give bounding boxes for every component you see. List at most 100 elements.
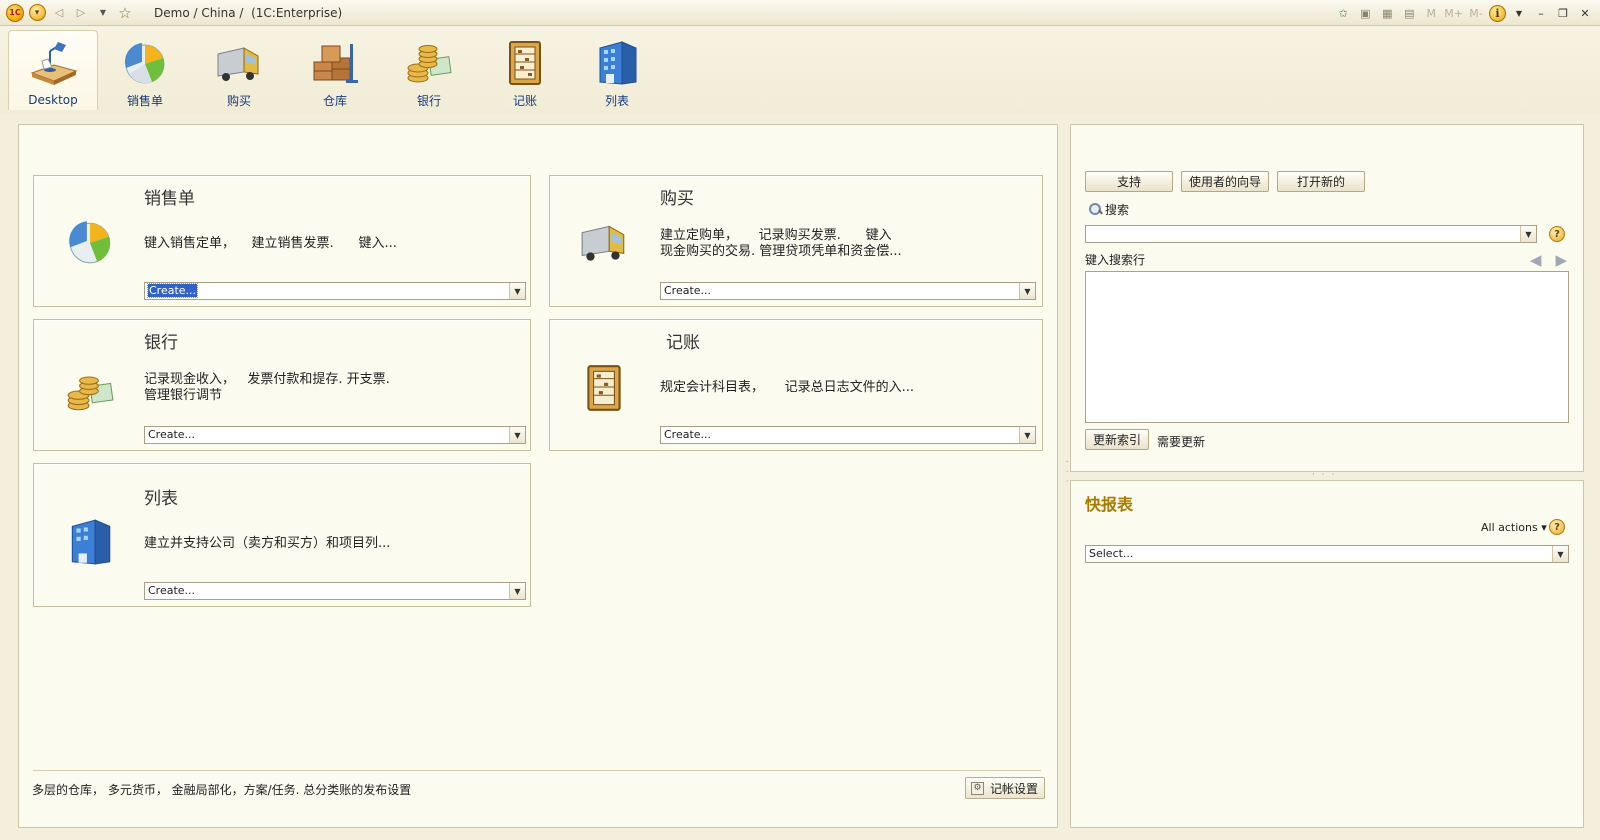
- card-lists: 列表 建立并支持公司（卖方和买方）和项目列... Create... ▼: [33, 463, 531, 607]
- calendar-icon[interactable]: ▤: [1400, 4, 1418, 22]
- boxes-icon: [313, 44, 358, 83]
- next-result-icon[interactable]: ▶: [1555, 251, 1567, 269]
- memory-minus-button[interactable]: M-: [1467, 4, 1485, 22]
- create-combo[interactable]: Create... ▼: [660, 426, 1036, 444]
- coins-icon: [67, 376, 114, 411]
- card-title[interactable]: 列表: [144, 484, 178, 509]
- create-combo[interactable]: Create... ▼: [144, 582, 526, 600]
- section-label: 列表: [604, 94, 629, 108]
- search-input[interactable]: ▼: [1085, 225, 1537, 243]
- card-description: 建立定购单， 记录购买发票. 键入 现金购买的交易. 管理贷项凭单和资金偿...: [660, 228, 902, 259]
- close-icon[interactable]: ✕: [1576, 4, 1594, 22]
- card-title[interactable]: 银行: [144, 328, 178, 353]
- card-accounting: 记账 规定会计科目表， 记录总日志文件的入... Create... ▼: [549, 319, 1043, 451]
- combo-value: Create...: [664, 284, 712, 297]
- combo-value: Create...: [664, 428, 712, 441]
- card-description: 规定会计科目表， 记录总日志文件的入...: [660, 380, 915, 395]
- user-guide-button[interactable]: 使用者的向导: [1181, 171, 1269, 192]
- abacus-icon: [509, 41, 541, 85]
- card-title[interactable]: 销售单: [144, 184, 195, 209]
- restore-icon[interactable]: ❐: [1554, 4, 1572, 22]
- section-label: Desktop: [28, 93, 78, 107]
- card-title[interactable]: 购买: [660, 184, 694, 209]
- create-combo[interactable]: Create... ▼: [660, 282, 1036, 300]
- accounting-settings-button[interactable]: ⚙ 记帐设置: [965, 777, 1045, 799]
- features-text: 多层的仓库， 多元货币， 金融局部化，方案/任务. 总分类账的发布设置: [32, 783, 412, 797]
- memory-plus-button[interactable]: M+: [1444, 4, 1463, 22]
- bookmark-icon[interactable]: ▣: [1356, 4, 1374, 22]
- needs-update-text: 需要更新: [1157, 435, 1206, 449]
- minimize-icon[interactable]: –: [1532, 4, 1550, 22]
- card-purchases: 购买 建立定购单， 记录购买发票. 键入 现金购买的交易. 管理贷项凭单和资金偿…: [549, 175, 1043, 307]
- desktop-panel: 销售单 键入销售定单， 建立销售发票. 键入... Create... ▼ 购买…: [18, 124, 1058, 828]
- truck-icon: [581, 225, 625, 261]
- add-favorite-icon[interactable]: ✩: [1334, 4, 1352, 22]
- section-bank[interactable]: 银行: [384, 30, 474, 110]
- dropdown-arrow-icon[interactable]: ▼: [1019, 427, 1035, 443]
- history-dropdown-icon[interactable]: ▼: [94, 4, 112, 22]
- main-menu-icon[interactable]: ▾: [28, 4, 46, 22]
- all-actions-menu[interactable]: All actions ▾: [1481, 521, 1547, 534]
- search-results[interactable]: [1085, 271, 1569, 423]
- dropdown-arrow-icon[interactable]: ▼: [1552, 546, 1568, 562]
- combo-value: Create...: [146, 283, 199, 298]
- dropdown-arrow-icon[interactable]: ▼: [509, 427, 525, 443]
- favorites-star-icon[interactable]: ☆: [116, 4, 134, 22]
- card-description: 键入销售定单， 建立销售发票. 键入...: [144, 236, 397, 251]
- whats-new-button[interactable]: 打开新的: [1277, 171, 1365, 192]
- section-label: 仓库: [322, 94, 347, 108]
- sections-bar: Desktop 销售单 购买 仓库 银行 记账 列表: [0, 26, 1600, 114]
- section-desktop[interactable]: Desktop: [8, 30, 98, 110]
- truck-icon: [217, 47, 259, 81]
- dropdown-arrow-icon[interactable]: ▼: [1520, 226, 1536, 242]
- create-combo[interactable]: Create... ▼: [144, 282, 526, 300]
- section-warehouse[interactable]: 仓库: [290, 30, 380, 110]
- section-label: 记账: [512, 94, 537, 108]
- abacus-icon: [587, 365, 621, 411]
- calculator-icon[interactable]: ▦: [1378, 4, 1396, 22]
- desk-lamp-icon: [30, 42, 78, 85]
- search-label: 搜索: [1089, 201, 1129, 218]
- report-select[interactable]: Select... ▼: [1085, 545, 1569, 563]
- card-description: 建立并支持公司（卖方和买方）和项目列...: [144, 536, 391, 551]
- button-label: 记帐设置: [990, 781, 1039, 796]
- combo-value: Create...: [148, 584, 196, 597]
- prev-result-icon[interactable]: ◀: [1530, 251, 1542, 269]
- back-arrow-icon[interactable]: ◁: [50, 4, 68, 22]
- card-sales: 销售单 键入销售定单， 建立销售发票. 键入... Create... ▼: [33, 175, 531, 307]
- info-icon[interactable]: i: [1489, 4, 1506, 22]
- result-nav: ◀ ▶: [1530, 251, 1567, 269]
- reports-title: 快报表: [1085, 495, 1134, 514]
- dropdown-arrow-icon[interactable]: ▼: [509, 283, 525, 299]
- section-label: 银行: [416, 94, 441, 108]
- update-index-button[interactable]: 更新索引: [1085, 429, 1149, 450]
- info-dropdown-icon[interactable]: ▼: [1510, 4, 1528, 22]
- support-button[interactable]: 支持: [1085, 171, 1173, 192]
- section-sales[interactable]: 销售单: [100, 30, 190, 110]
- section-accounting[interactable]: 记账: [480, 30, 570, 110]
- help-icon[interactable]: ?: [1549, 226, 1565, 242]
- settings-icon: ⚙: [971, 781, 984, 795]
- section-label: 购买: [226, 94, 251, 108]
- section-purchases[interactable]: 购买: [194, 30, 284, 110]
- footer-divider: [33, 770, 1041, 771]
- search-label-text: 搜索: [1105, 203, 1130, 217]
- help-icon[interactable]: ?: [1549, 519, 1565, 535]
- app-logo-icon[interactable]: 1C: [6, 3, 24, 22]
- dropdown-arrow-icon[interactable]: ▼: [509, 583, 525, 599]
- memory-m-button[interactable]: M: [1422, 4, 1440, 22]
- section-lists[interactable]: 列表: [572, 30, 662, 110]
- create-combo[interactable]: Create... ▼: [144, 426, 526, 444]
- building-icon: [71, 519, 111, 565]
- combo-value: Create...: [148, 428, 196, 441]
- reports-panel: 快报表 All actions ▾ ? Select... ▼: [1070, 480, 1584, 828]
- search-hint: 键入搜索行: [1085, 253, 1146, 267]
- search-panel: 支持 使用者的向导 打开新的 搜索 ▼ ? 键入搜索行 ◀ ▶ 更新索引 需要更…: [1070, 124, 1584, 472]
- select-value: Select...: [1089, 547, 1134, 560]
- forward-arrow-icon[interactable]: ▷: [72, 4, 90, 22]
- card-title[interactable]: 记账: [666, 328, 700, 353]
- logo-text: 1C: [6, 3, 24, 22]
- section-label: 销售单: [126, 94, 163, 108]
- coins-icon: [407, 45, 452, 83]
- dropdown-arrow-icon[interactable]: ▼: [1019, 283, 1035, 299]
